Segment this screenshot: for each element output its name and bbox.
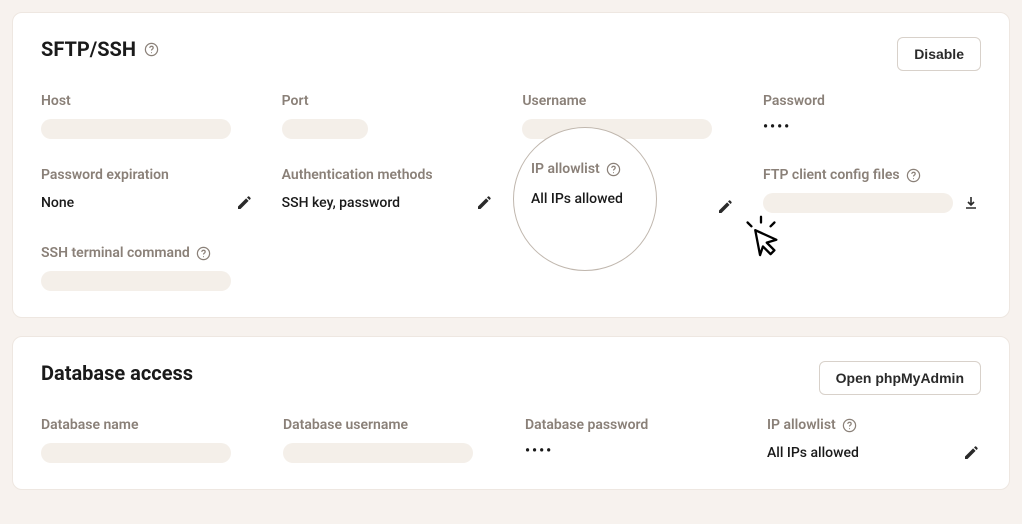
password-expiration-value: None (41, 195, 74, 211)
db-ip-allowlist-label-text: IP allowlist (767, 417, 836, 433)
auth-methods-label: Authentication methods (282, 167, 495, 183)
ftp-config-label-text: FTP client config files (763, 167, 900, 183)
sftp-title: SFTP/SSH (41, 37, 136, 61)
username-value-placeholder (522, 119, 712, 139)
open-phpmyadmin-button[interactable]: Open phpMyAdmin (819, 361, 981, 395)
sftp-title-row: SFTP/SSH (41, 37, 159, 61)
auth-methods-field: Authentication methods SSH key, password (282, 167, 495, 217)
host-label: Host (41, 93, 254, 109)
auth-methods-value: SSH key, password (282, 195, 400, 211)
ssh-terminal-label-text: SSH terminal command (41, 245, 190, 261)
ftp-config-label: FTP client config files (763, 167, 981, 183)
help-icon[interactable] (196, 246, 211, 261)
username-label: Username (522, 93, 735, 109)
host-field: Host (41, 93, 254, 139)
db-username-field: Database username (283, 417, 497, 463)
password-value: •••• (763, 119, 981, 135)
ip-allowlist-label-text: IP allowlist (531, 161, 600, 177)
sftp-grid: Host Port Username Password •••• Passwor… (41, 93, 981, 291)
ssh-terminal-value-placeholder (41, 271, 231, 291)
db-card-header: Database access Open phpMyAdmin (41, 361, 981, 395)
port-label: Port (282, 93, 495, 109)
ftp-config-value-placeholder (763, 193, 953, 213)
port-value-placeholder (282, 119, 368, 139)
help-icon[interactable] (842, 418, 857, 433)
edit-icon[interactable] (961, 443, 981, 463)
help-icon[interactable] (606, 162, 621, 177)
ssh-terminal-label: SSH terminal command (41, 245, 254, 261)
ip-allowlist-label: IP allowlist (531, 161, 651, 177)
db-ip-allowlist-field: IP allowlist All IPs allowed (767, 417, 981, 463)
ip-allowlist-value: All IPs allowed (531, 191, 651, 207)
ssh-terminal-field: SSH terminal command (41, 245, 254, 291)
help-icon[interactable] (906, 168, 921, 183)
sftp-card-header: SFTP/SSH Disable (41, 37, 981, 71)
password-expiration-field: Password expiration None (41, 167, 254, 217)
ip-allowlist-field: IP allowlist All IPs allowed (531, 161, 651, 207)
host-value-placeholder (41, 119, 231, 139)
sftp-ssh-card: SFTP/SSH Disable Host Port Username Pass… (12, 12, 1010, 318)
db-name-label: Database name (41, 417, 255, 433)
db-ip-allowlist-label: IP allowlist (767, 417, 981, 433)
edit-icon[interactable] (474, 193, 494, 213)
db-grid: Database name Database username Database… (41, 417, 981, 463)
password-label: Password (763, 93, 981, 109)
db-password-label: Database password (525, 417, 739, 433)
password-field: Password •••• (763, 93, 981, 139)
db-name-value-placeholder (41, 443, 231, 463)
db-password-value: •••• (525, 443, 739, 459)
ftp-config-field: FTP client config files (763, 167, 981, 217)
db-username-label: Database username (283, 417, 497, 433)
db-ip-allowlist-value: All IPs allowed (767, 445, 859, 461)
db-username-value-placeholder (283, 443, 473, 463)
database-access-card: Database access Open phpMyAdmin Database… (12, 336, 1010, 490)
edit-icon[interactable] (234, 193, 254, 213)
db-name-field: Database name (41, 417, 255, 463)
port-field: Port (282, 93, 495, 139)
edit-icon[interactable] (715, 197, 735, 217)
password-expiration-label: Password expiration (41, 167, 254, 183)
help-icon[interactable] (144, 42, 159, 57)
download-icon[interactable] (961, 193, 981, 213)
db-title: Database access (41, 361, 193, 385)
username-field: Username (522, 93, 735, 139)
disable-button[interactable]: Disable (897, 37, 981, 71)
db-password-field: Database password •••• (525, 417, 739, 463)
